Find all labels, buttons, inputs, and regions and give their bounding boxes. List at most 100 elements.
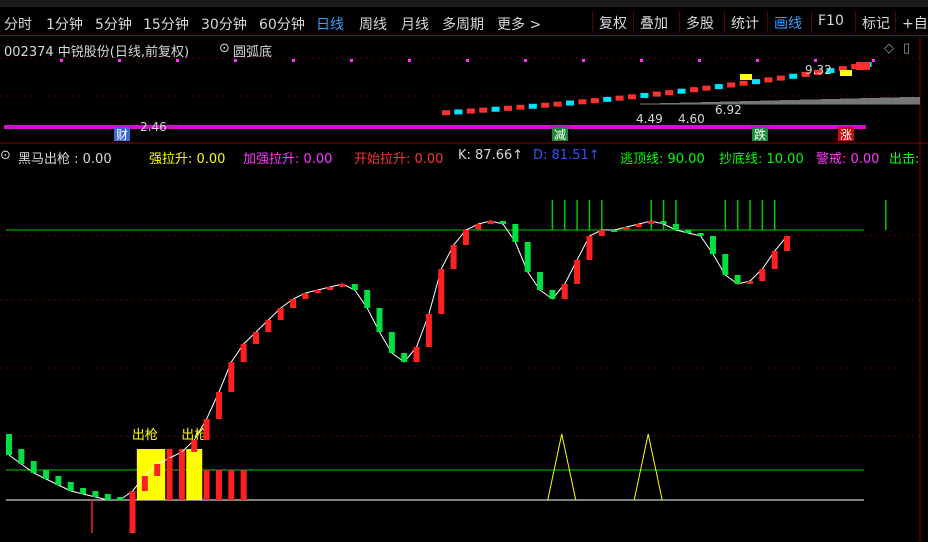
k-candle	[117, 497, 124, 500]
price-candle	[640, 92, 649, 98]
price-label: 4.49	[636, 112, 663, 126]
indicator-param-label: 逃顶线: 90.00	[620, 152, 705, 167]
top-dot-marker	[292, 59, 295, 62]
k-candle	[438, 269, 445, 314]
signal-bar	[240, 470, 247, 500]
k-candle	[500, 221, 506, 224]
price-candle	[615, 95, 624, 101]
k-candle	[462, 230, 469, 245]
k-candle	[561, 284, 568, 299]
k-candle	[388, 332, 395, 353]
indicator-param-label: 强拉升: 0.00	[149, 152, 226, 167]
event-band	[4, 125, 866, 129]
price-candle	[740, 74, 752, 80]
price-candle	[652, 91, 661, 97]
k-candle	[104, 494, 111, 500]
price-candle	[566, 100, 574, 106]
k-candle	[191, 440, 198, 452]
k-candle	[67, 482, 74, 491]
k-candle	[487, 221, 494, 224]
k-candle	[784, 236, 791, 251]
k-candle	[734, 275, 741, 284]
price-candle	[856, 62, 870, 70]
top-dot-marker	[872, 59, 875, 62]
price-candle	[628, 94, 636, 100]
indicator-param-label: 警戒: 0.00	[816, 152, 880, 167]
price-candle	[776, 75, 785, 81]
event-marker-label: 减	[554, 128, 566, 142]
price-candle	[789, 73, 798, 79]
indicator-param-label: 出击:	[889, 152, 920, 167]
k-candle	[635, 224, 642, 227]
top-dot-marker	[524, 59, 527, 62]
top-dot-marker	[640, 59, 643, 62]
price-label: 6.92	[715, 103, 742, 117]
indicator-dropdown-icon[interactable]: ⊙	[0, 148, 11, 163]
k-candle	[277, 308, 284, 320]
top-dot-marker	[756, 59, 759, 62]
k-candle	[141, 476, 148, 491]
k-candle	[709, 236, 716, 254]
indicator-param-label: 抄底线: 10.00	[719, 152, 804, 167]
k-candle	[314, 290, 321, 293]
top-dot-marker	[814, 59, 817, 62]
k-candle	[203, 419, 210, 440]
k-candle	[240, 344, 247, 362]
k-candle	[598, 230, 605, 236]
k-candle	[166, 458, 173, 464]
chart-canvas: 9.322.464.49 4.606.92财减跌涨出枪 出枪	[0, 36, 928, 542]
k-candle	[697, 233, 704, 236]
k-candle	[512, 224, 519, 242]
k-candle	[722, 254, 729, 275]
top-dot-marker	[118, 59, 121, 62]
k-candle	[129, 491, 136, 500]
k-candle	[55, 476, 62, 485]
price-candle	[752, 79, 760, 85]
top-dot-marker	[408, 59, 411, 62]
k-candle	[228, 362, 235, 392]
signal-bar	[186, 449, 203, 500]
top-dot-marker	[60, 59, 63, 62]
top-dot-marker	[350, 59, 353, 62]
k-candle	[660, 221, 667, 224]
k-candle	[747, 281, 753, 284]
k-candle	[302, 293, 309, 299]
k-candle	[759, 269, 766, 281]
price-candle	[739, 80, 748, 86]
k-candle	[586, 236, 593, 260]
price-candle	[590, 98, 599, 104]
price-candle	[764, 77, 773, 83]
price-candle	[840, 70, 852, 76]
k-candle	[450, 245, 457, 269]
price-candle	[491, 106, 500, 112]
event-marker-label: 跌	[754, 127, 766, 142]
k-candle	[327, 287, 334, 290]
signal-bar	[228, 470, 235, 500]
k-candle	[18, 449, 25, 464]
k-candle	[351, 284, 358, 290]
k-candle	[265, 320, 272, 332]
k-candle	[376, 308, 383, 332]
k-candle	[30, 461, 37, 473]
price-candle	[665, 90, 674, 96]
price-candle	[479, 107, 488, 113]
k-candle	[623, 227, 630, 230]
price-candle	[454, 109, 463, 115]
indicator-param-label: 加强拉升: 0.00	[243, 152, 333, 167]
k-candle	[413, 347, 420, 362]
price-candle	[603, 96, 612, 102]
event-marker-label: 涨	[840, 127, 852, 142]
k-candle	[611, 230, 618, 232]
price-candle	[714, 84, 723, 90]
price-label: 9.32	[805, 63, 832, 77]
top-dot-marker	[234, 59, 237, 62]
price-candle	[702, 85, 711, 91]
signal-spike	[633, 433, 663, 501]
top-dot-marker	[176, 59, 179, 62]
k-candle	[92, 491, 99, 497]
signal-bar	[215, 470, 222, 500]
price-candle	[578, 99, 587, 105]
price-candle	[541, 102, 550, 108]
indicator-param-label: 黑马出枪 : 0.00	[18, 152, 112, 167]
k-candle	[425, 314, 432, 347]
